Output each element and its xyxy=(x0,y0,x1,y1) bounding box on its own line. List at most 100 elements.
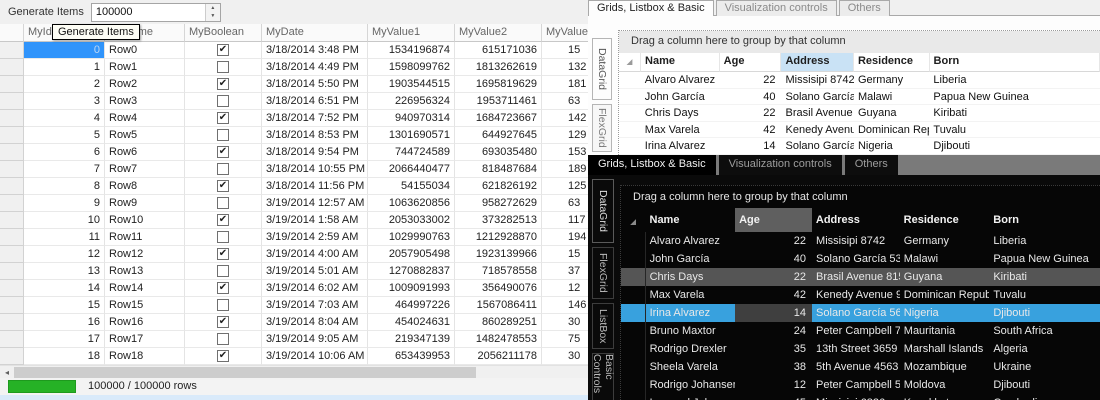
table-row[interactable]: Chris Days22Brasil Avenue 8155GuyanaKiri… xyxy=(619,105,1100,122)
cell-name[interactable]: Alvaro Alvarez xyxy=(646,232,736,250)
myboolean-checkbox[interactable] xyxy=(217,61,229,73)
cell-address[interactable]: Kenedy Avenue 9852 xyxy=(781,122,854,138)
row-header-cell[interactable] xyxy=(0,42,24,59)
row-header-cell[interactable] xyxy=(0,212,24,229)
table-row[interactable]: 5 Row5 3/18/2014 8:53 PM 1301690571 64492764… xyxy=(0,127,600,144)
cell-address[interactable]: Missisipi 6826 xyxy=(812,394,900,400)
cell-born[interactable]: Djibouti xyxy=(989,376,1100,394)
cell-myname[interactable]: Row15 xyxy=(105,297,185,314)
cell-mydate[interactable]: 3/19/2014 9:05 AM xyxy=(262,331,368,348)
cell-age[interactable]: 14 xyxy=(735,304,813,322)
column-header-age[interactable]: Age xyxy=(719,53,782,72)
cell-born[interactable]: Liberia xyxy=(929,72,1100,89)
row-header-cell[interactable] xyxy=(619,122,641,138)
cell-age[interactable]: 24 xyxy=(735,322,812,340)
myboolean-checkbox[interactable]: ✔ xyxy=(217,146,229,158)
cell-age[interactable]: 42 xyxy=(719,122,782,138)
myboolean-checkbox[interactable] xyxy=(217,299,229,311)
cell-myid[interactable]: 9 xyxy=(24,195,105,212)
cell-age[interactable]: 12 xyxy=(735,376,812,394)
table-row[interactable]: Chris Days22Brasil Avenue 8155GuyanaKiri… xyxy=(621,268,1100,286)
cell-age[interactable]: 35 xyxy=(735,340,812,358)
cell-myname[interactable]: Row7 xyxy=(105,161,185,178)
cell-mydate[interactable]: 3/18/2014 5:50 PM xyxy=(262,76,368,93)
cell-age[interactable]: 22 xyxy=(735,268,812,286)
table-row[interactable]: 6 Row6 ✔ 3/18/2014 9:54 PM 744724589 69303548… xyxy=(0,144,600,161)
cell-myid[interactable]: 16 xyxy=(24,314,105,331)
column-header-myvalue2[interactable]: MyValue2 xyxy=(455,24,542,42)
select-all-corner-icon[interactable]: ◢ xyxy=(621,208,646,232)
table-row[interactable]: 4 Row4 ✔ 3/18/2014 7:52 PM 940970314 16847236… xyxy=(0,110,600,127)
table-row[interactable]: 13 Row13 3/19/2014 5:01 AM 1270882837 718578… xyxy=(0,263,600,280)
group-by-drop-area[interactable]: Drag a column here to group by that colu… xyxy=(619,31,1100,53)
table-row[interactable]: 12 Row12 ✔ 3/19/2014 4:00 AM 2057905498 19231… xyxy=(0,246,600,263)
column-header-address[interactable]: Address xyxy=(812,208,900,232)
table-row[interactable]: 0 Row0 ✔ 3/18/2014 3:48 PM 1534196874 6151710… xyxy=(0,42,600,59)
cell-myvalue1[interactable]: 454024631 xyxy=(368,314,455,331)
side-tab-flexgrid[interactable]: FlexGrid xyxy=(592,104,612,152)
cell-myid[interactable]: 5 xyxy=(24,127,105,144)
table-row[interactable]: John García40Solano García 5334MalawiPap… xyxy=(621,250,1100,268)
cell-myvalue2[interactable]: 718578558 xyxy=(455,263,542,280)
cell-mydate[interactable]: 3/18/2014 9:54 PM xyxy=(262,144,368,161)
table-row[interactable]: Irina Alvarez14Solano García 5682Nigeria… xyxy=(621,304,1100,322)
cell-name[interactable]: Rodrigo Johansen xyxy=(646,376,736,394)
table-row[interactable]: 10 Row10 ✔ 3/19/2014 1:58 AM 2053033002 37328… xyxy=(0,212,600,229)
cell-residence[interactable]: Malawi xyxy=(900,250,990,268)
myboolean-checkbox[interactable] xyxy=(217,95,229,107)
column-header-name[interactable]: Name xyxy=(646,208,736,232)
cell-myid[interactable]: 17 xyxy=(24,331,105,348)
cell-age[interactable]: 14 xyxy=(719,138,782,155)
cell-born[interactable]: Liberia xyxy=(989,232,1100,250)
cell-name[interactable]: Sheela Varela xyxy=(646,358,736,376)
cell-mydate[interactable]: 3/18/2014 7:52 PM xyxy=(262,110,368,127)
cell-myname[interactable]: Row9 xyxy=(105,195,185,212)
cell-residence[interactable]: Dominican Republic xyxy=(900,286,990,304)
cell-mydate[interactable]: 3/19/2014 10:06 AM xyxy=(262,348,368,365)
cell-mydate[interactable]: 3/19/2014 1:58 AM xyxy=(262,212,368,229)
cell-residence[interactable]: Nigeria xyxy=(900,304,990,322)
cell-myvalue2[interactable]: 1684723667 xyxy=(455,110,542,127)
table-row[interactable]: Sheela Varela 38 5th Avenue 4563 Mozambique… xyxy=(621,358,1100,376)
cell-myvalue2[interactable]: 818487684 xyxy=(455,161,542,178)
generate-items-input[interactable]: 100000 ▲ ▼ xyxy=(90,2,221,22)
cell-address[interactable]: Missisipi 8742 xyxy=(781,72,854,89)
group-by-drop-area[interactable]: Drag a column here to group by that colu… xyxy=(621,186,1100,208)
cell-myvalue1[interactable]: 1903544515 xyxy=(368,76,455,93)
cell-myvalue1[interactable]: 653439953 xyxy=(368,348,455,365)
myboolean-checkbox[interactable]: ✔ xyxy=(217,44,229,56)
cell-address[interactable]: Solano García 5682 xyxy=(812,304,900,322)
cell-born[interactable]: Tuvalu xyxy=(989,286,1100,304)
myboolean-checkbox[interactable]: ✔ xyxy=(217,350,229,362)
table-row[interactable]: Leonard Johnson45Missisipi 6826Kazakhsta… xyxy=(621,394,1100,400)
row-header-cell[interactable] xyxy=(0,280,24,297)
cell-mydate[interactable]: 3/19/2014 5:01 AM xyxy=(262,263,368,280)
cell-myvalue1[interactable]: 1598099762 xyxy=(368,59,455,76)
column-header-myvalue1[interactable]: MyValue1 xyxy=(368,24,455,42)
cell-myvalue1[interactable]: 54155034 xyxy=(368,178,455,195)
row-header-cell[interactable] xyxy=(619,138,641,155)
row-header-cell[interactable] xyxy=(0,110,24,127)
column-header-age[interactable]: Age xyxy=(735,208,812,232)
cell-residence[interactable]: Malawi xyxy=(853,89,930,105)
column-header-residence[interactable]: Residence xyxy=(853,53,930,72)
cell-born[interactable]: Djibouti xyxy=(929,138,1100,155)
cell-born[interactable]: Cambodia xyxy=(989,394,1100,400)
cell-myid[interactable]: 18 xyxy=(24,348,105,365)
row-header-cell[interactable] xyxy=(0,297,24,314)
cell-myvalue2[interactable]: 1212928870 xyxy=(455,229,542,246)
cell-residence[interactable]: Mauritania xyxy=(900,322,990,340)
row-header-cell[interactable] xyxy=(0,93,24,110)
cell-mydate[interactable]: 3/18/2014 8:53 PM xyxy=(262,127,368,144)
table-row[interactable]: Max Varela42Kenedy Avenue 9852Dominican … xyxy=(619,122,1100,138)
row-header-cell[interactable] xyxy=(0,144,24,161)
column-header-address[interactable]: Address xyxy=(781,53,854,72)
tab-others[interactable]: Others xyxy=(844,155,898,175)
table-row[interactable]: Alvaro Alvarez 22 Missisipi 8742 Germany Lib… xyxy=(619,72,1100,89)
row-header-cell[interactable] xyxy=(619,89,641,105)
cell-myname[interactable]: Row8 xyxy=(105,178,185,195)
cell-myvalue2[interactable]: 1923139966 xyxy=(455,246,542,263)
table-row[interactable]: John García40Solano García 5334MalawiPap… xyxy=(619,89,1100,105)
table-row[interactable]: Max Varela42Kenedy Avenue 9852Dominican … xyxy=(621,286,1100,304)
row-header-cell[interactable] xyxy=(0,331,24,348)
